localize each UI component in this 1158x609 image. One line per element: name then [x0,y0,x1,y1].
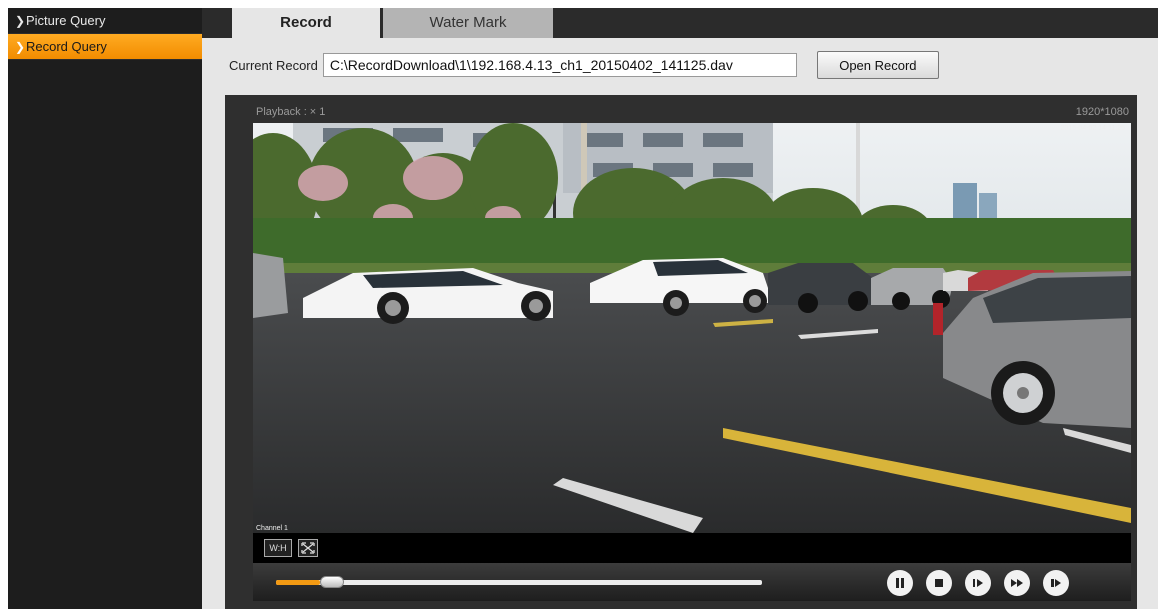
tab-bar: Record Water Mark [202,8,1158,38]
progress-fill [276,580,320,585]
tab-water-mark[interactable]: Water Mark [383,8,553,38]
current-record-row: Current Record Open Record [229,51,939,79]
fullscreen-icon-glyph [301,542,315,554]
tab-record[interactable]: Record [232,8,380,38]
video-channel-overlay: Channel 1 [256,525,288,532]
sidebar-item-label: Picture Query [26,13,106,28]
pause-icon [896,578,904,588]
video-toolbar: W:H [253,533,1131,563]
chevron-right-icon: ❯ [15,14,26,28]
stop-icon [935,579,943,587]
video-scene [253,123,1131,533]
resolution-label: 1920*1080 [1075,106,1129,118]
fast-play-button[interactable] [1004,570,1030,596]
playback-speed-label: Playback : × 1 [256,106,326,118]
sidebar-item-label: Record Query [26,39,107,54]
sidebar-item-picture-query[interactable]: ❯ Picture Query [8,8,202,34]
progress-thumb[interactable] [319,576,344,588]
playback-controls [253,563,1131,601]
current-record-field[interactable] [322,53,797,77]
slow-play-button[interactable] [965,570,991,596]
chevron-right-icon: ❯ [15,40,26,54]
slow-play-icon [973,579,983,587]
video-timestamp-overlay: 2015-04-02 14:11:25 [1060,125,1125,132]
sidebar: ❯ Picture Query ❯ Record Query [8,8,202,609]
aspect-ratio-button[interactable]: W:H [264,539,292,557]
next-frame-icon [1051,579,1061,587]
fullscreen-icon[interactable] [298,539,318,557]
next-frame-button[interactable] [1043,570,1069,596]
stop-button[interactable] [926,570,952,596]
pause-button[interactable] [887,570,913,596]
video-frame[interactable]: 2015-04-02 14:11:25 Channel 1 [253,123,1131,533]
current-record-label: Current Record [229,57,318,73]
open-record-button[interactable]: Open Record [816,51,939,79]
sidebar-item-record-query[interactable]: ❯ Record Query [8,34,202,60]
progress-bar[interactable] [276,576,762,588]
fast-forward-icon [1011,579,1023,587]
